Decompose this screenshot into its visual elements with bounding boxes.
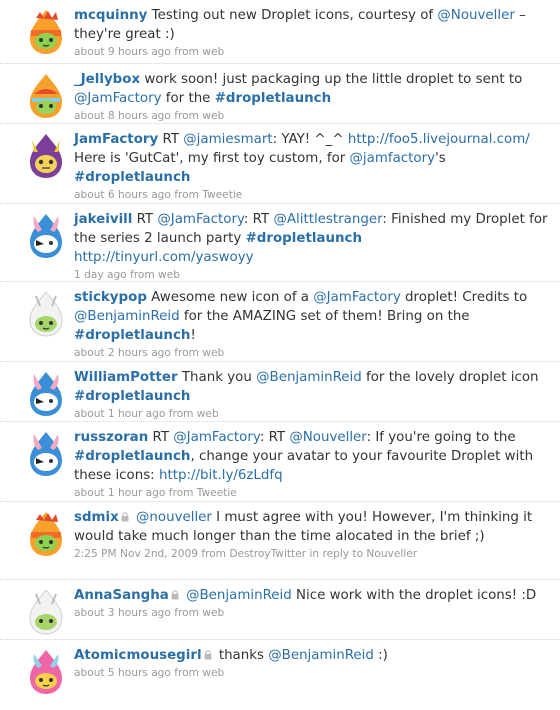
- droplet-avatar-icon[interactable]: [22, 648, 70, 696]
- tweet-text: RT: [148, 430, 174, 445]
- tweet-text: Here is 'GutCat', my first toy custom, f…: [74, 151, 350, 166]
- username-link[interactable]: stickypop: [74, 290, 147, 305]
- tweet-meta: about 6 hours ago from Tweetie: [74, 189, 243, 201]
- mention-link[interactable]: @Nouveller: [289, 430, 366, 445]
- tweet-meta: about 2 hours ago from web: [74, 347, 225, 359]
- tweet-text: for the: [161, 91, 215, 106]
- tweet-item: JamFactory RT @jamiesmart: YAY! ^_^ http…: [0, 124, 560, 204]
- tweet-text: Testing out new Droplet icons, courtesy …: [147, 8, 438, 23]
- mention-link[interactable]: @JamFactory: [74, 91, 162, 106]
- tweet-text: : RT: [259, 430, 290, 445]
- tweet-text: Nice work with the droplet icons! :D: [291, 588, 537, 603]
- username-link[interactable]: _Jellybox: [74, 72, 140, 87]
- tweet-text: for the lovely droplet icon: [361, 370, 539, 385]
- tweet-item: mcquinny Testing out new Droplet icons, …: [0, 0, 560, 64]
- tweet-item: AnnaSangha @BenjaminReid Nice work with …: [0, 580, 560, 640]
- tweet-text: !: [190, 328, 196, 343]
- mention-link[interactable]: @BenjaminReid: [268, 648, 374, 663]
- hashtag-link[interactable]: #dropletlaunch: [74, 449, 190, 464]
- tweet-text: : If you're going to the: [366, 430, 516, 445]
- mention-link[interactable]: @Nouveller: [437, 8, 514, 23]
- mention-link[interactable]: @JamFactory: [313, 290, 401, 305]
- mention-link[interactable]: @BenjaminReid: [74, 309, 180, 324]
- tweet-text: work soon! just packaging up the little …: [140, 72, 523, 87]
- username-link[interactable]: Atomicmousegirl: [74, 648, 202, 663]
- mention-link[interactable]: @jamiesmart: [183, 132, 272, 147]
- username-link[interactable]: jakeivill: [74, 212, 132, 227]
- droplet-avatar-icon[interactable]: [22, 132, 70, 180]
- lock-icon: [171, 590, 179, 600]
- username-link[interactable]: JamFactory: [74, 132, 158, 147]
- tweet-feed: mcquinny Testing out new Droplet icons, …: [0, 0, 560, 710]
- tweet-meta: about 1 hour ago from web: [74, 408, 219, 420]
- url-link[interactable]: http://tinyurl.com/yaswoyy: [74, 250, 254, 265]
- hashtag-link[interactable]: #dropletlaunch: [74, 170, 190, 185]
- droplet-avatar-icon[interactable]: [22, 510, 70, 558]
- droplet-avatar-icon[interactable]: [22, 430, 70, 478]
- username-link[interactable]: mcquinny: [74, 8, 147, 23]
- hashtag-link[interactable]: #dropletlaunch: [74, 389, 190, 404]
- hashtag-link[interactable]: #dropletlaunch: [215, 91, 331, 106]
- tweet-meta: 2:25 PM Nov 2nd, 2009 from DestroyTwitte…: [74, 548, 418, 560]
- tweet-text: for the AMAZING set of them! Bring on th…: [179, 309, 470, 324]
- tweet-item: stickypop Awesome new icon of a @JamFact…: [0, 282, 560, 362]
- droplet-avatar-icon[interactable]: [22, 212, 70, 260]
- tweet-item: jakeivill RT @JamFactory: RT @Alittlestr…: [0, 204, 560, 282]
- mention-link[interactable]: @BenjaminReid: [186, 588, 292, 603]
- mention-link[interactable]: @BenjaminReid: [256, 370, 362, 385]
- tweet-meta: about 1 hour ago from Tweetie: [74, 487, 237, 499]
- mention-link[interactable]: @nouveller: [136, 510, 212, 525]
- tweet-meta: about 5 hours ago from web: [74, 667, 225, 679]
- lock-icon: [121, 512, 129, 522]
- tweet-text: RT: [132, 212, 158, 227]
- tweet-text: 's: [435, 151, 446, 166]
- tweet-meta: about 3 hours ago from web: [74, 607, 225, 619]
- tweet-item: Atomicmousegirl thanks @BenjaminReid :) …: [0, 640, 560, 710]
- droplet-avatar-icon[interactable]: [22, 370, 70, 418]
- username-link[interactable]: AnnaSangha: [74, 588, 169, 603]
- droplet-avatar-icon[interactable]: [22, 72, 70, 120]
- tweet-item: russzoran RT @JamFactory: RT @Nouveller:…: [0, 422, 560, 502]
- tweet-text: Thank you: [177, 370, 257, 385]
- mention-link[interactable]: @JamFactory: [157, 212, 244, 227]
- tweet-item: _Jellybox work soon! just packaging up t…: [0, 64, 560, 124]
- hashtag-link[interactable]: #dropletlaunch: [246, 231, 362, 246]
- username-link[interactable]: WilliamPotter: [74, 370, 178, 385]
- tweet-text: Awesome new icon of a: [146, 290, 314, 305]
- tweet-meta: 1 day ago from web: [74, 269, 180, 281]
- url-link[interactable]: http://bit.ly/6zLdfq: [159, 468, 283, 483]
- username-link[interactable]: russzoran: [74, 430, 148, 445]
- droplet-avatar-icon[interactable]: [22, 8, 70, 56]
- tweet-meta: about 8 hours ago from web: [74, 110, 225, 122]
- url-link[interactable]: http://foo5.livejournal.com/: [348, 132, 530, 147]
- tweet-text: : YAY! ^_^: [272, 132, 348, 147]
- tweet-item: sdmix @nouveller I must agree with you! …: [0, 502, 560, 580]
- tweet-text: droplet! Credits to: [400, 290, 528, 305]
- lock-icon: [204, 650, 212, 660]
- mention-link[interactable]: @Alittlestranger: [273, 212, 382, 227]
- droplet-avatar-icon[interactable]: [22, 290, 70, 338]
- tweet-text: RT: [158, 132, 184, 147]
- username-link[interactable]: sdmix: [74, 510, 119, 525]
- droplet-avatar-icon[interactable]: [22, 588, 70, 636]
- tweet-text: thanks: [214, 648, 269, 663]
- hashtag-link[interactable]: #dropletlaunch: [74, 328, 190, 343]
- tweet-text: : RT: [243, 212, 274, 227]
- mention-link[interactable]: @jamfactory: [350, 151, 436, 166]
- tweet-meta: about 9 hours ago from web: [74, 46, 225, 58]
- mention-link[interactable]: @JamFactory: [173, 430, 260, 445]
- tweet-text: :): [373, 648, 388, 663]
- tweet-item: WilliamPotter Thank you @BenjaminReid fo…: [0, 362, 560, 422]
